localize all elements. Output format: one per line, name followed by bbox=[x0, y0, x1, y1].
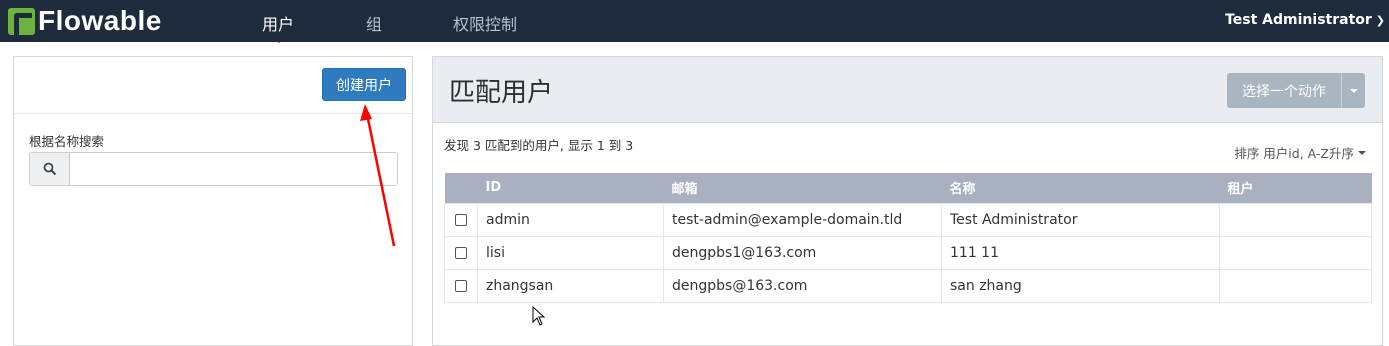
column-header-name[interactable]: 名称 bbox=[941, 173, 1220, 203]
row-checkbox[interactable] bbox=[455, 213, 467, 226]
select-action-button[interactable]: 选择一个动作 bbox=[1227, 73, 1341, 108]
column-header-id[interactable]: ID bbox=[477, 173, 664, 203]
cell-email: dengpbs1@163.com bbox=[663, 235, 942, 270]
search-input[interactable] bbox=[70, 153, 397, 185]
table-row[interactable]: zhangsan dengpbs@163.com san zhang bbox=[444, 268, 1372, 303]
cell-name: 111 11 bbox=[941, 235, 1220, 270]
caret-down-icon bbox=[1358, 150, 1366, 155]
nav-users[interactable]: 用户 bbox=[262, 11, 294, 35]
cell-name: Test Administrator bbox=[941, 202, 1220, 237]
column-header-tenant[interactable]: 租户 bbox=[1219, 173, 1372, 203]
table-row[interactable]: admin test-admin@example-domain.tld Test… bbox=[444, 202, 1372, 237]
row-checkbox[interactable] bbox=[455, 279, 467, 292]
top-navbar: Flowable 用户 组 权限控制 Test Administrator ❯ bbox=[0, 0, 1389, 42]
row-checkbox[interactable] bbox=[455, 246, 467, 259]
flowable-logo[interactable]: Flowable bbox=[8, 5, 162, 36]
matching-users-panel: 匹配用户 选择一个动作 发现 3 匹配到的用户, 显示 1 到 3 排序 用户i… bbox=[432, 56, 1383, 346]
search-icon[interactable] bbox=[30, 153, 70, 185]
cell-email: test-admin@example-domain.tld bbox=[663, 202, 942, 237]
search-group bbox=[29, 152, 398, 186]
column-header-email[interactable]: 邮箱 bbox=[663, 173, 942, 203]
cell-tenant bbox=[1219, 268, 1372, 303]
search-label: 根据名称搜索 bbox=[29, 134, 105, 149]
sort-label: 排序 用户id, A-Z升序 bbox=[1234, 146, 1354, 161]
row-select-cell bbox=[444, 235, 478, 270]
user-menu[interactable]: Test Administrator ❯ bbox=[1225, 12, 1385, 28]
users-table: ID 邮箱 名称 租户 admin test-admin@example-dom… bbox=[444, 173, 1372, 303]
cell-id: zhangsan bbox=[477, 268, 664, 303]
cell-id: lisi bbox=[477, 235, 664, 270]
cell-id: admin bbox=[477, 202, 664, 237]
flowable-logo-mark bbox=[8, 7, 35, 35]
cell-tenant bbox=[1219, 202, 1372, 237]
brand-name: Flowable bbox=[38, 5, 162, 36]
table-row[interactable]: lisi dengpbs1@163.com 111 11 bbox=[444, 235, 1372, 270]
user-search-panel: 创建用户 bbox=[13, 56, 413, 346]
cell-email: dengpbs@163.com bbox=[663, 268, 942, 303]
cell-name: san zhang bbox=[941, 268, 1220, 303]
nav-privileges[interactable]: 权限控制 bbox=[453, 11, 517, 35]
caret-down-icon bbox=[1349, 88, 1358, 93]
nav-groups[interactable]: 组 bbox=[366, 11, 382, 35]
action-caret-button[interactable] bbox=[1341, 73, 1365, 108]
row-select-cell bbox=[444, 202, 478, 237]
header-select-cell bbox=[444, 173, 478, 203]
results-summary: 发现 3 匹配到的用户, 显示 1 到 3 bbox=[444, 138, 634, 153]
action-dropdown[interactable]: 选择一个动作 bbox=[1227, 73, 1365, 108]
row-select-cell bbox=[444, 268, 478, 303]
create-user-button[interactable]: 创建用户 bbox=[322, 68, 406, 101]
chevron-down-icon: ❯ bbox=[1375, 13, 1385, 27]
page-title: 匹配用户 bbox=[449, 78, 554, 108]
left-panel-header: 创建用户 bbox=[14, 57, 412, 114]
cell-tenant bbox=[1219, 235, 1372, 270]
right-panel-header: 匹配用户 选择一个动作 bbox=[433, 57, 1382, 123]
user-menu-name: Test Administrator bbox=[1225, 12, 1372, 28]
active-nav-indicator bbox=[272, 36, 286, 43]
table-header-row: ID 邮箱 名称 租户 bbox=[444, 173, 1372, 203]
mouse-cursor-icon bbox=[532, 306, 546, 326]
sort-dropdown[interactable]: 排序 用户id, A-Z升序 bbox=[1234, 143, 1366, 162]
